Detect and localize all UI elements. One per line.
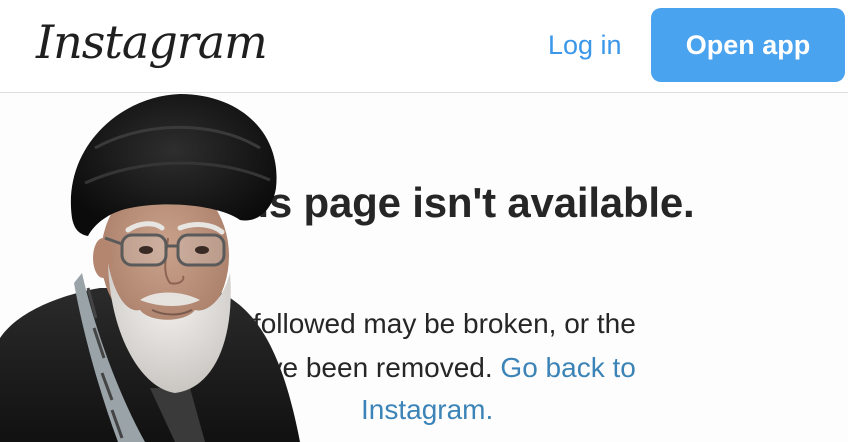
instagram-home-link[interactable]: Instagram. [361,390,493,430]
go-back-link[interactable]: Go back to [500,352,635,383]
open-app-button[interactable]: Open app [651,8,845,82]
portrait-photo [0,94,300,442]
login-link[interactable]: Log in [548,28,622,62]
top-navbar: Instagram Log in Open app [0,0,848,93]
page-unavailable-heading: his page isn't available. [232,179,695,226]
instagram-logo[interactable]: Instagram [36,14,268,70]
page: Instagram Log in Open app his page isn't… [0,0,848,442]
